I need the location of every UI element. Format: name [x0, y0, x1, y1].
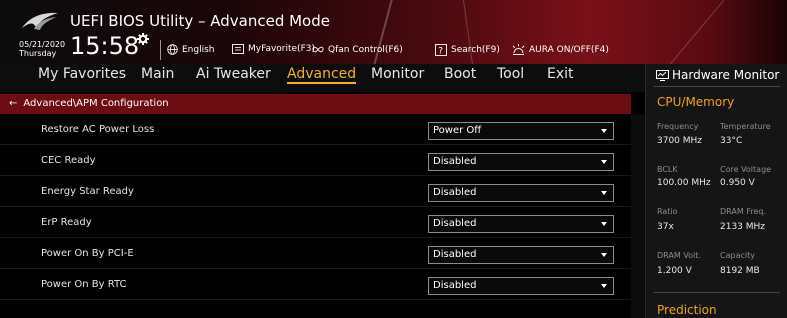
qfan-label: Qfan Control(F6) [328, 44, 403, 55]
capacity-value: 8192 MB [720, 266, 760, 276]
setting-row-erp-ready[interactable]: ErP Ready Disabled [0, 207, 631, 238]
svg-text:?: ? [438, 46, 443, 56]
myfavorite-label: MyFavorite(F3) [248, 44, 315, 54]
ratio-value: 37x [657, 222, 674, 232]
panel-divider [654, 86, 780, 87]
breadcrumb: ← Advanced\APM Configuration [0, 94, 631, 114]
dram-volt-label: DRAM Volt. [657, 251, 701, 260]
bclk-label: BCLK [657, 165, 678, 174]
tab-my-favorites[interactable]: My Favorites [38, 66, 126, 82]
panel-divider [654, 292, 780, 293]
back-arrow-icon[interactable]: ← [9, 98, 17, 109]
top-header: UEFI BIOS Utility – Advanced Mode 05/21/… [0, 0, 787, 64]
tab-advanced[interactable]: Advanced [287, 66, 357, 84]
select-value: Disabled [433, 187, 477, 198]
temperature-label: Temperature [720, 122, 771, 131]
fan-icon [312, 46, 324, 53]
tab-ai-tweaker[interactable]: Ai Tweaker [196, 66, 271, 82]
breadcrumb-path: Advanced\APM Configuration [23, 98, 169, 109]
dram-volt-value: 1.200 V [657, 266, 692, 276]
header-divider [160, 40, 161, 60]
language-button[interactable]: English [167, 44, 215, 55]
erp-ready-select[interactable]: Disabled [428, 215, 614, 233]
aura-toggle-button[interactable]: AURA ON/OFF(F4) [512, 44, 609, 55]
core-voltage-value: 0.950 V [720, 178, 755, 188]
search-help-icon: ? [435, 44, 447, 56]
myfavorite-button[interactable]: MyFavorite(F3) [232, 44, 315, 54]
globe-icon [167, 44, 178, 55]
bclk-value: 100.00 MHz [657, 178, 711, 188]
search-button[interactable]: ? Search(F9) [435, 44, 500, 56]
tab-monitor[interactable]: Monitor [371, 66, 424, 82]
select-value: Disabled [433, 249, 477, 260]
qfan-control-button[interactable]: Qfan Control(F6) [312, 44, 403, 55]
dropdown-caret-icon [601, 160, 607, 164]
select-value: Disabled [433, 156, 477, 167]
tab-main[interactable]: Main [141, 66, 174, 82]
core-voltage-label: Core Voltage [720, 165, 772, 174]
energy-star-ready-select[interactable]: Disabled [428, 184, 614, 202]
ratio-label: Ratio [657, 207, 678, 216]
setting-row-restore-ac-power-loss[interactable]: Restore AC Power Loss Power Off [0, 114, 631, 145]
tab-boot[interactable]: Boot [444, 66, 476, 82]
tab-exit[interactable]: Exit [547, 66, 574, 82]
dropdown-caret-icon [601, 222, 607, 226]
day-text: Thursday [19, 49, 57, 58]
dram-freq-label: DRAM Freq. [720, 207, 766, 216]
hardware-monitor-panel: Hardware Monitor CPU/Memory Frequency 37… [645, 64, 787, 318]
dropdown-caret-icon [601, 129, 607, 133]
myfavorite-icon [232, 44, 244, 54]
temperature-value: 33°C [720, 136, 743, 146]
select-value: Disabled [433, 218, 477, 229]
setting-label: Energy Star Ready [41, 186, 134, 197]
date-display: 05/21/2020 Thursday [19, 40, 65, 58]
settings-scrollbar[interactable] [631, 114, 645, 318]
setting-label: Power On By RTC [41, 279, 127, 290]
setting-label: Restore AC Power Loss [41, 124, 155, 135]
frequency-value: 3700 MHz [657, 136, 703, 146]
hardware-monitor-title: Hardware Monitor [672, 68, 780, 82]
dropdown-caret-icon [601, 191, 607, 195]
frequency-label: Frequency [657, 122, 699, 131]
select-value: Power Off [433, 125, 482, 136]
dropdown-caret-icon [601, 253, 607, 257]
setting-label: ErP Ready [41, 217, 92, 228]
setting-label: CEC Ready [41, 155, 96, 166]
main-nav-bar: My Favorites Main Ai Tweaker Advanced Mo… [0, 64, 645, 92]
rog-logo-icon [22, 12, 58, 30]
app-title: UEFI BIOS Utility – Advanced Mode [70, 12, 330, 30]
dropdown-caret-icon [601, 284, 607, 288]
tab-tool[interactable]: Tool [497, 66, 524, 82]
select-value: Disabled [433, 280, 477, 291]
setting-row-power-on-by-rtc[interactable]: Power On By RTC Disabled [0, 269, 631, 300]
prediction-heading: Prediction [657, 303, 717, 317]
restore-ac-power-loss-select[interactable]: Power Off [428, 122, 614, 140]
gear-icon[interactable] [137, 33, 149, 45]
search-label: Search(F9) [451, 45, 500, 55]
language-label: English [182, 44, 215, 55]
monitor-icon [656, 69, 669, 81]
dram-freq-value: 2133 MHz [720, 222, 766, 232]
cec-ready-select[interactable]: Disabled [428, 153, 614, 171]
aura-icon [512, 44, 525, 55]
aura-label: AURA ON/OFF(F4) [529, 44, 609, 55]
setting-row-cec-ready[interactable]: CEC Ready Disabled [0, 145, 631, 176]
power-on-by-pcie-select[interactable]: Disabled [428, 246, 614, 264]
hardware-monitor-header: Hardware Monitor [656, 68, 779, 82]
time-display: 15:58 [70, 32, 140, 60]
capacity-label: Capacity [720, 251, 755, 260]
setting-row-power-on-by-pcie[interactable]: Power On By PCI-E Disabled [0, 238, 631, 269]
setting-row-energy-star-ready[interactable]: Energy Star Ready Disabled [0, 176, 631, 207]
header-decoration [651, 0, 730, 64]
power-on-by-rtc-select[interactable]: Disabled [428, 277, 614, 295]
date-text: 05/21/2020 [19, 40, 66, 49]
settings-list: Restore AC Power Loss Power Off CEC Read… [0, 114, 631, 318]
cpu-memory-heading: CPU/Memory [657, 95, 735, 109]
setting-label: Power On By PCI-E [41, 248, 134, 259]
